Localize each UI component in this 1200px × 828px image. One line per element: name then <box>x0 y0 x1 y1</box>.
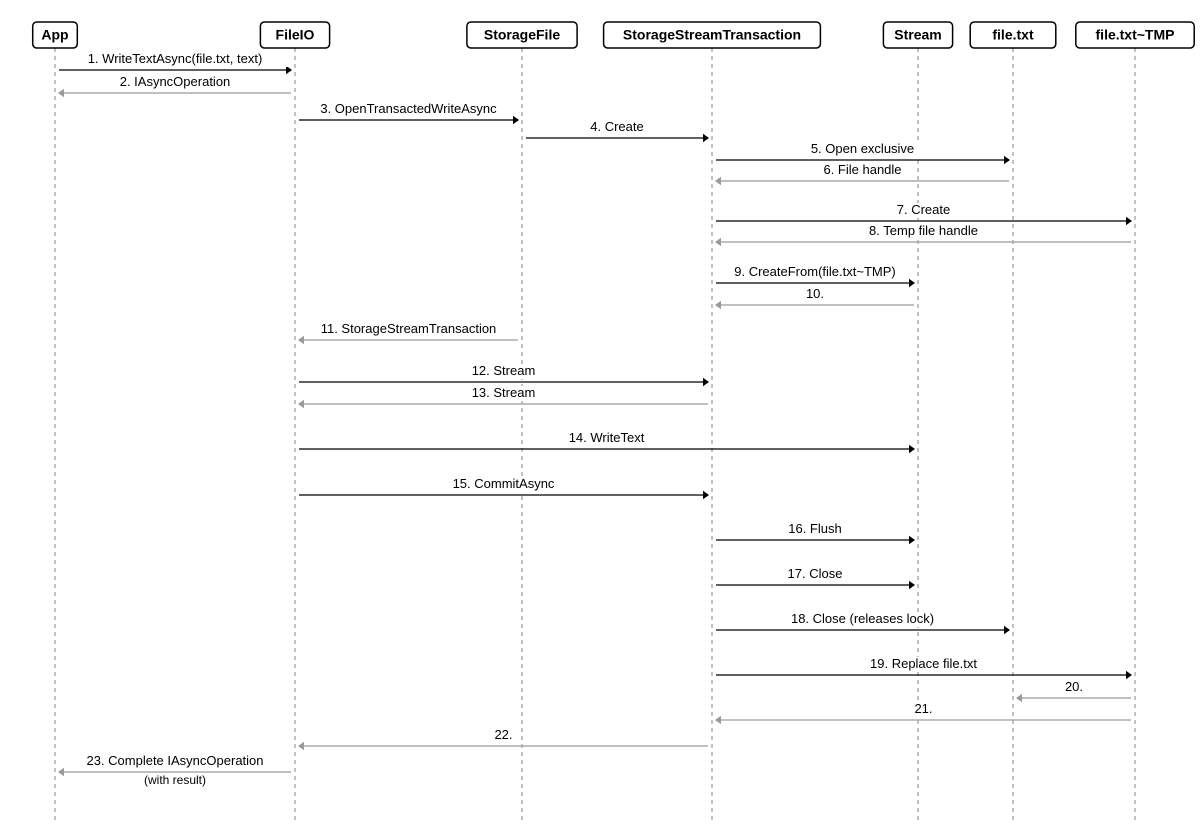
message-label-11: 11. StorageStreamTransaction <box>312 321 505 337</box>
svg-text:9. CreateFrom(file.txt~TMP): 9. CreateFrom(file.txt~TMP) <box>734 264 895 279</box>
svg-text:17. Close: 17. Close <box>788 566 843 581</box>
message-label-16: 16. Flush <box>781 521 848 537</box>
svg-text:(with result): (with result) <box>144 773 206 787</box>
message-label-4: 4. Create <box>583 119 650 135</box>
message-label-3: 3. OpenTransactedWriteAsync <box>315 101 501 117</box>
message-label-6: 6. File handle <box>812 162 912 178</box>
svg-text:16. Flush: 16. Flush <box>788 521 841 536</box>
svg-text:14. WriteText: 14. WriteText <box>569 430 645 445</box>
svg-text:18. Close (releases lock): 18. Close (releases lock) <box>791 611 934 626</box>
message-label-7: 7. Create <box>890 202 957 218</box>
participant-label-app: App <box>41 27 68 43</box>
message-label-18: 18. Close (releases lock) <box>776 611 949 627</box>
svg-text:3. OpenTransactedWriteAsync: 3. OpenTransactedWriteAsync <box>320 101 497 116</box>
message-label-12: 12. Stream <box>467 363 541 379</box>
participant-label-sst: StorageStreamTransaction <box>623 27 801 43</box>
message-label-13: 13. Stream <box>467 385 541 401</box>
message-label-19: 19. Replace file.txt <box>854 656 994 672</box>
svg-text:13. Stream: 13. Stream <box>472 385 536 400</box>
svg-text:2. IAsyncOperation: 2. IAsyncOperation <box>120 74 231 89</box>
participant-label-stream: Stream <box>894 27 941 43</box>
message-label-22: 22. <box>490 727 518 743</box>
message-label-8: 8. Temp file handle <box>857 223 990 239</box>
sequence-diagram: 1. WriteTextAsync(file.txt, text) 2. IAsy… <box>0 0 1200 828</box>
svg-text:4. Create: 4. Create <box>590 119 643 134</box>
message-label-20: 20. <box>1060 679 1088 695</box>
svg-text:20.: 20. <box>1065 679 1083 694</box>
svg-text:22.: 22. <box>494 727 512 742</box>
message-label-14: 14. WriteText <box>560 430 654 446</box>
participant-label-fileio: FileIO <box>276 27 315 43</box>
svg-text:5. Open exclusive: 5. Open exclusive <box>811 141 914 156</box>
svg-text:10.: 10. <box>806 286 824 301</box>
svg-text:11. StorageStreamTransaction: 11. StorageStreamTransaction <box>321 321 497 336</box>
message-label2-23: (with result) <box>129 773 220 788</box>
message-label-23: 23. Complete IAsyncOperation <box>79 753 272 769</box>
svg-text:8. Temp file handle: 8. Temp file handle <box>869 223 978 238</box>
message-label-10: 10. <box>801 286 829 302</box>
participant-label-ftmp: file.txt~TMP <box>1096 27 1175 43</box>
svg-text:1. WriteTextAsync(file.txt, te: 1. WriteTextAsync(file.txt, text) <box>88 51 263 66</box>
message-label-2: 2. IAsyncOperation <box>112 74 239 90</box>
message-label-5: 5. Open exclusive <box>802 141 922 157</box>
message-label-17: 17. Close <box>781 566 848 582</box>
svg-text:12. Stream: 12. Stream <box>472 363 536 378</box>
message-label-15: 15. CommitAsync <box>450 476 557 492</box>
svg-text:15. CommitAsync: 15. CommitAsync <box>453 476 555 491</box>
svg-text:7. Create: 7. Create <box>897 202 950 217</box>
svg-text:19. Replace file.txt: 19. Replace file.txt <box>870 656 977 671</box>
message-label-9: 9. CreateFrom(file.txt~TMP) <box>722 264 908 280</box>
participant-label-sfile: StorageFile <box>484 27 560 43</box>
participant-label-ftxt: file.txt <box>992 27 1034 43</box>
svg-text:21.: 21. <box>914 701 932 716</box>
svg-text:23. Complete IAsyncOperation: 23. Complete IAsyncOperation <box>86 753 263 768</box>
message-label-1: 1. WriteTextAsync(file.txt, text) <box>62 51 288 67</box>
message-label-21: 21. <box>910 701 938 717</box>
svg-text:6. File handle: 6. File handle <box>823 162 901 177</box>
